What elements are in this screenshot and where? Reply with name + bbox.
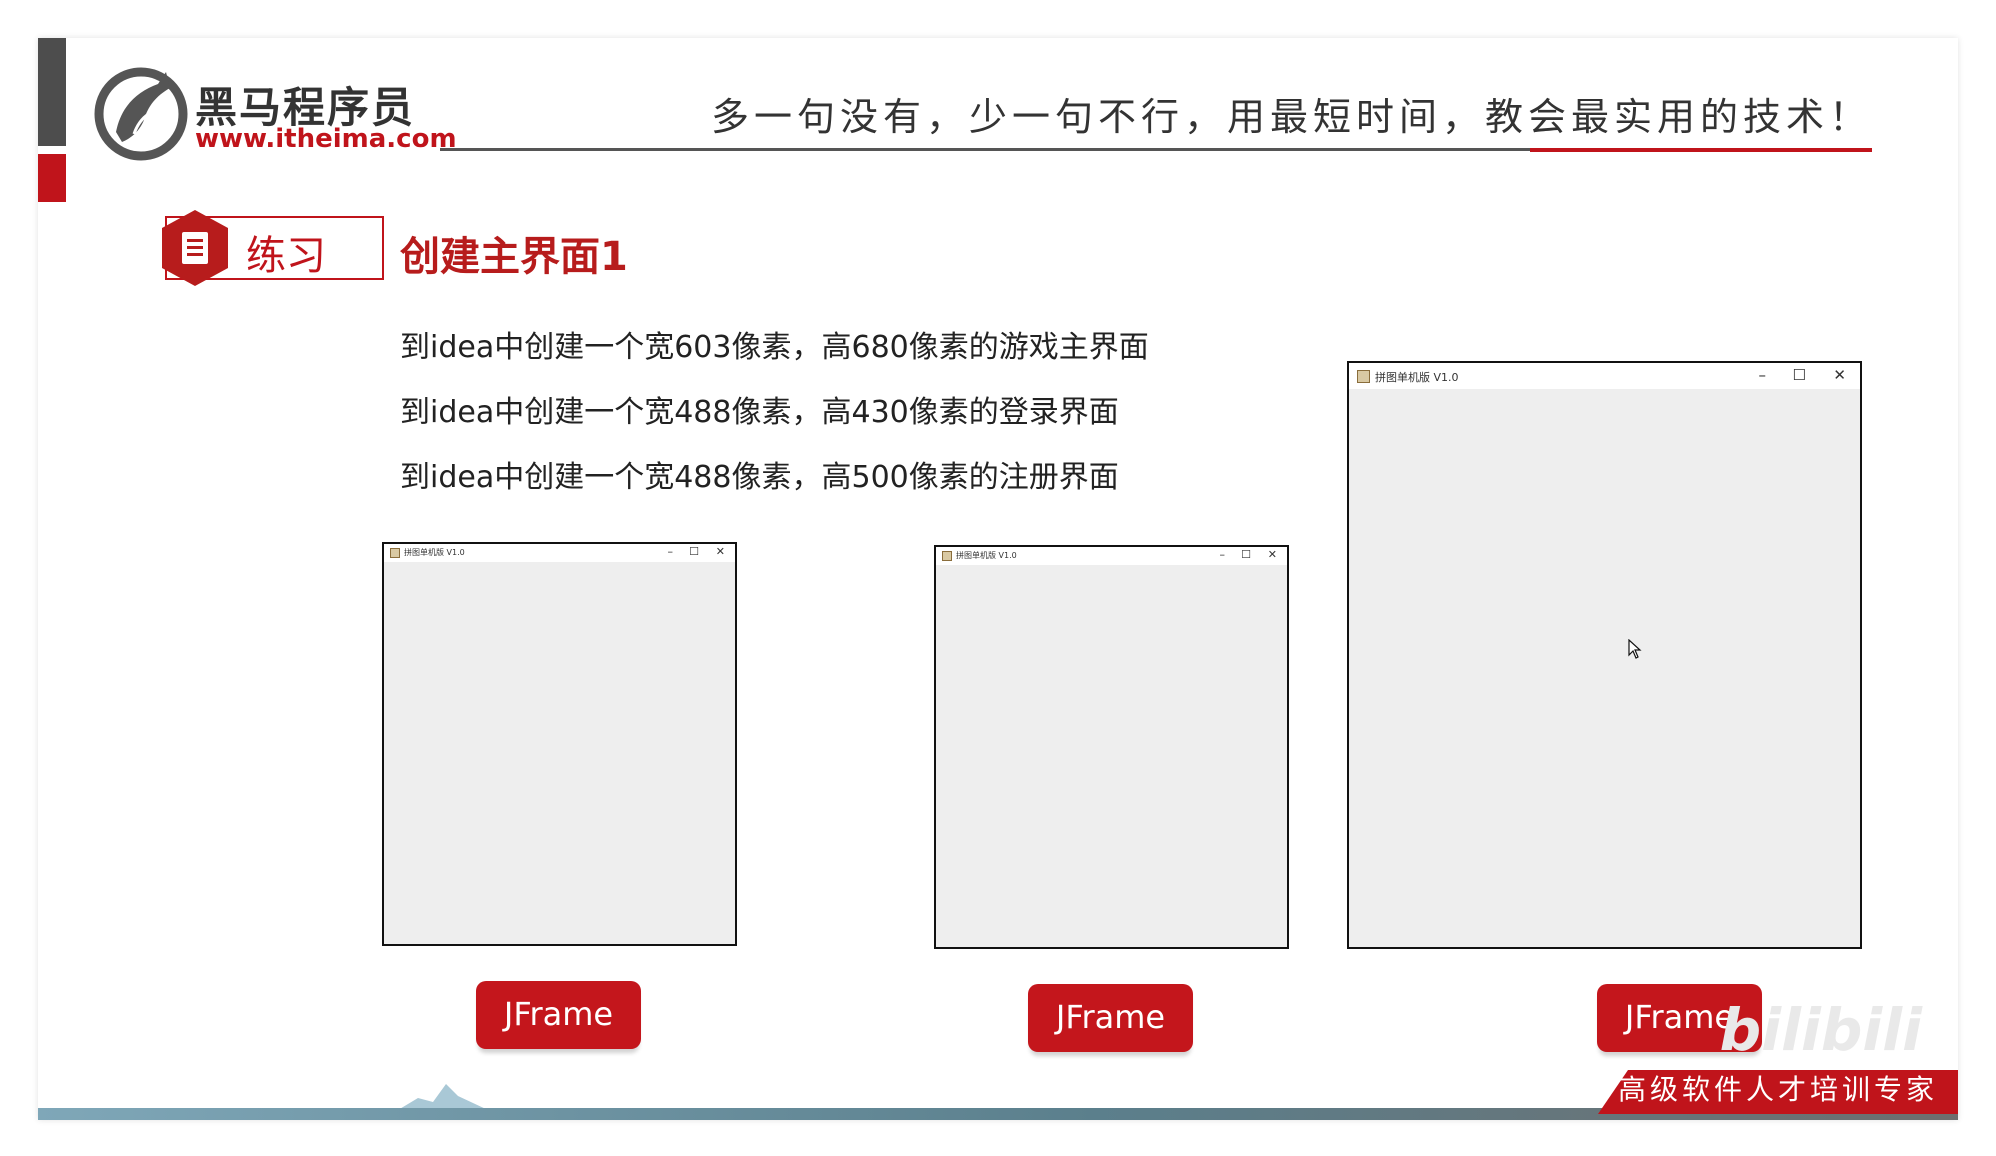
maximize-icon[interactable]: ☐ [689, 545, 699, 558]
maximize-icon[interactable]: ☐ [1793, 366, 1806, 384]
window-title: 拼图单机版 V1.0 [404, 548, 465, 557]
slogan: 多一句没有，少一句不行，用最短时间，教会最实用的技术！ [710, 95, 1872, 139]
minimize-icon[interactable]: – [668, 545, 674, 558]
close-icon[interactable]: ✕ [1833, 366, 1846, 384]
mountain-decoration [398, 1084, 488, 1110]
java-app-icon [390, 548, 400, 558]
document-icon [162, 210, 228, 286]
exercise-tag-label: 练习 [246, 233, 326, 279]
minimize-icon[interactable]: – [1759, 366, 1767, 384]
minimize-icon[interactable]: – [1220, 548, 1226, 561]
jframe-button-1[interactable]: JFrame [476, 981, 641, 1049]
window-title: 拼图单机版 V1.0 [1375, 371, 1459, 384]
java-app-icon [1357, 370, 1370, 383]
slide: 黑马程序员 www.itheima.com 多一句没有，少一句不行，用最短时间，… [38, 38, 1958, 1120]
jframe-window-register[interactable]: 拼图单机版 V1.0 – ☐ ✕ [934, 545, 1289, 949]
close-icon[interactable]: ✕ [716, 545, 725, 558]
close-icon[interactable]: ✕ [1268, 548, 1277, 561]
window-title: 拼图单机版 V1.0 [956, 551, 1017, 560]
header-rule [440, 148, 1530, 151]
jframe-button-2[interactable]: JFrame [1028, 984, 1193, 1052]
brand-url: www.itheima.com [195, 124, 457, 154]
left-accent-dark [38, 38, 66, 146]
java-app-icon [942, 551, 952, 561]
mouse-cursor-icon [1628, 639, 1642, 659]
maximize-icon[interactable]: ☐ [1241, 548, 1251, 561]
instruction-line-2: 到idea中创建一个宽488像素，高430像素的登录界面 [400, 395, 1119, 430]
window-titlebar[interactable]: 拼图单机版 V1.0 – ☐ ✕ [384, 544, 735, 562]
window-titlebar[interactable]: 拼图单机版 V1.0 – ☐ ✕ [936, 547, 1287, 565]
footer-slogan: 高级软件人才培训专家 [1617, 1073, 1938, 1106]
instruction-line-3: 到idea中创建一个宽488像素，高500像素的注册界面 [400, 460, 1119, 495]
horse-logo-icon [94, 67, 188, 161]
left-accent-red [38, 154, 66, 202]
header-rule-accent [1530, 148, 1872, 152]
jframe-window-login[interactable]: 拼图单机版 V1.0 – ☐ ✕ [382, 542, 737, 946]
bilibili-watermark: bilibili [1719, 996, 1922, 1064]
window-titlebar[interactable]: 拼图单机版 V1.0 – ☐ ✕ [1349, 363, 1860, 389]
jframe-window-game[interactable]: 拼图单机版 V1.0 – ☐ ✕ [1347, 361, 1862, 949]
exercise-heading: 创建主界面1 [400, 234, 628, 280]
instruction-line-1: 到idea中创建一个宽603像素，高680像素的游戏主界面 [400, 330, 1149, 365]
